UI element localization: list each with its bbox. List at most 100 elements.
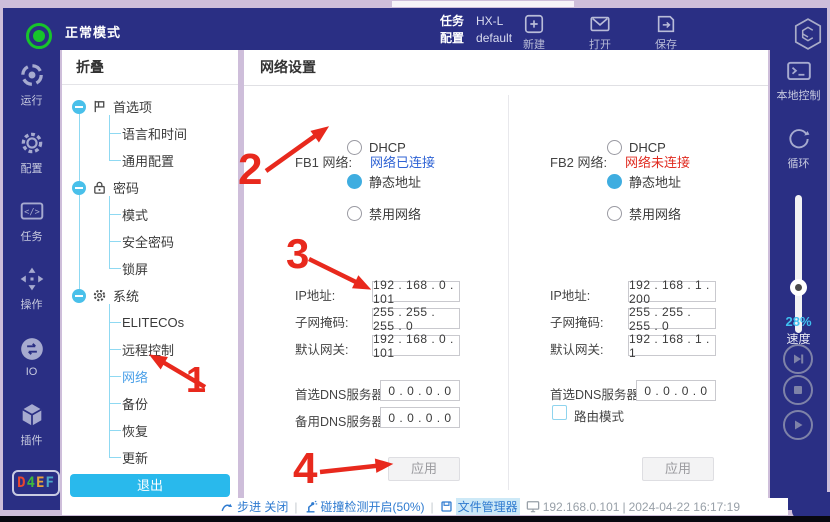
tree-node-label: 系统 — [113, 286, 139, 305]
file-manager-icon — [440, 500, 453, 513]
tree-node-update[interactable]: 更新 — [62, 444, 238, 471]
stop-button[interactable] — [783, 375, 813, 405]
tree-node-elitecos[interactable]: ELITECOs — [62, 309, 238, 336]
sidebar-item-label: 配置 — [21, 160, 43, 176]
radio-selected-icon[interactable] — [347, 174, 362, 189]
sidebar-item-config[interactable]: 配置 — [3, 120, 60, 186]
code-task-icon: </> — [19, 198, 45, 224]
fb2-dns1-input[interactable]: 0 . 0 . 0 . 0 — [636, 380, 716, 401]
safety-checksum-badge: D4EF — [12, 470, 60, 496]
collision-detect-toggle[interactable]: 碰撞检测开启(50%) — [304, 498, 425, 515]
fb2-ip-input[interactable]: 192 . 168 . 1 . 200 — [628, 281, 716, 302]
sidebar-item-plugin[interactable]: 插件 — [3, 392, 60, 458]
file-manager-button[interactable]: 文件管理器 — [440, 498, 520, 515]
collapse-minus-icon[interactable] — [72, 100, 86, 114]
fb1-dns2-input[interactable]: 0 . 0 . 0 . 0 — [380, 407, 460, 428]
lock-icon — [92, 180, 107, 195]
tree-node-preferences[interactable]: 首选项 — [62, 93, 238, 120]
sidebar-item-io[interactable]: IO — [3, 324, 60, 390]
loop-button[interactable]: 循环 — [770, 126, 827, 171]
tree-node-general-config[interactable]: 通用配置 — [62, 147, 238, 174]
tree-node-password[interactable]: 密码 — [62, 174, 238, 201]
tree-node-backup[interactable]: 备份 — [62, 390, 238, 417]
tree-node-label: 恢复 — [122, 421, 148, 440]
run-icon — [19, 62, 45, 88]
fb2-apply-button[interactable]: 应用 — [642, 457, 714, 481]
task-label: 任务 — [440, 14, 464, 29]
radio-icon[interactable] — [607, 206, 622, 221]
fb2-radio-static[interactable]: 静态地址 — [607, 172, 681, 191]
fb1-radio-disable[interactable]: 禁用网络 — [347, 204, 421, 223]
badge-char: E — [36, 475, 45, 491]
open-task-button[interactable]: 打开 — [569, 13, 631, 47]
fb2-mask-input[interactable]: 255 . 255 . 255 . 0 — [628, 308, 716, 329]
fb1-mask-input[interactable]: 255 . 255 . 255 . 0 — [372, 308, 460, 329]
robot-ip-status: 192.168.0.101 | 2024-04-22 16:17:19 — [526, 500, 740, 514]
tree-node-network[interactable]: 网络 — [62, 363, 238, 390]
tree-node-restore[interactable]: 恢复 — [62, 417, 238, 444]
collapse-minus-icon[interactable] — [72, 289, 86, 303]
collapse-minus-icon[interactable] — [72, 181, 86, 195]
tree-node-system[interactable]: 系统 — [62, 282, 238, 309]
sidebar-item-task[interactable]: </> 任务 — [3, 188, 60, 254]
play-button[interactable] — [783, 410, 813, 440]
exit-button[interactable]: 退出 — [70, 474, 230, 497]
sidebar-item-run[interactable]: 运行 — [3, 52, 60, 118]
tree-body: 首选项 语言和时间 通用配置 密码 模式 安全密码 锁屏 系统 ELITECOs… — [62, 85, 238, 471]
sidebar-item-label: 插件 — [21, 432, 43, 448]
sidebar-item-label: 运行 — [21, 92, 43, 108]
badge-char: D — [17, 475, 26, 491]
fb2-gateway-label: 默认网关: — [550, 339, 603, 358]
step-mode-toggle[interactable]: 步进 关闭 — [220, 498, 288, 515]
fb1-gateway-input[interactable]: 192 . 168 . 0 . 101 — [372, 335, 460, 356]
fb1-apply-button[interactable]: 应用 — [388, 457, 460, 481]
network-settings-panel: 网络设置 FB1 网络: 网络已连接 DHCP 静态地址 禁用网络 IP地址: … — [244, 50, 768, 500]
tree-node-remote-control[interactable]: 远程控制 — [62, 336, 238, 363]
radio-selected-icon[interactable] — [607, 174, 622, 189]
fb2-radio-dhcp[interactable]: DHCP — [607, 140, 666, 155]
tree-collapse-header[interactable]: 折叠 — [62, 50, 238, 85]
fb1-dns1-input[interactable]: 0 . 0 . 0 . 0 — [380, 380, 460, 401]
fb2-gateway-input[interactable]: 192 . 168 . 1 . 1 — [628, 335, 716, 356]
fb1-radio-dhcp[interactable]: DHCP — [347, 140, 406, 155]
local-control-label: 本地控制 — [777, 87, 821, 103]
system-gear-icon — [92, 288, 107, 303]
sidebar-item-label: 操作 — [21, 296, 43, 312]
radio-icon[interactable] — [347, 206, 362, 221]
left-nav-rail: 运行 配置 </> 任务 操作 IO 插件 D4EF — [3, 50, 60, 510]
radio-icon[interactable] — [347, 140, 362, 155]
tree-node-mode[interactable]: 模式 — [62, 201, 238, 228]
sidebar-item-operate[interactable]: 操作 — [3, 256, 60, 322]
datetime-value: 2024-04-22 16:17:19 — [629, 500, 740, 514]
open-file-icon — [589, 13, 611, 35]
task-config-info: 任务 HX-L 配置 default — [440, 14, 512, 48]
fb1-dns2-label: 备用DNS服务器: — [295, 411, 387, 430]
fb1-dns1-label: 首选DNS服务器: — [295, 384, 387, 403]
speed-slider-track[interactable] — [795, 195, 802, 333]
fb1-gateway-label: 默认网关: — [295, 339, 348, 358]
config-label: 配置 — [440, 31, 464, 46]
step-forward-button[interactable] — [783, 344, 813, 374]
tree-node-safety-password[interactable]: 安全密码 — [62, 228, 238, 255]
fb1-ip-input[interactable]: 192 . 168 . 0 . 101 — [372, 281, 460, 302]
fb2-radio-disable[interactable]: 禁用网络 — [607, 204, 681, 223]
fb1-radio-static[interactable]: 静态地址 — [347, 172, 421, 191]
annotation-number-1: 1 — [186, 362, 206, 398]
step-mode-label: 步进 关闭 — [237, 498, 288, 515]
tree-node-label: 安全密码 — [122, 232, 174, 251]
tree-node-language-time[interactable]: 语言和时间 — [62, 120, 238, 147]
settings-tree-panel: 折叠 首选项 语言和时间 通用配置 密码 模式 安全密码 锁屏 — [62, 50, 238, 500]
radio-icon[interactable] — [607, 140, 622, 155]
tree-node-lock-screen[interactable]: 锁屏 — [62, 255, 238, 282]
new-task-button[interactable]: 新建 — [503, 13, 565, 47]
annotation-number-4: 4 — [293, 447, 317, 491]
route-mode-checkbox[interactable] — [552, 405, 567, 420]
fb2-mask-label: 子网掩码: — [550, 312, 603, 331]
save-task-button[interactable]: 保存 — [635, 13, 697, 47]
fb2-dns1-label: 首选DNS服务器: — [550, 384, 642, 403]
loop-icon — [786, 126, 812, 152]
tree-node-label: 语言和时间 — [122, 124, 187, 143]
topbar: 正常模式 任务 HX-L 配置 default 新建 打开 保存 — [3, 8, 827, 50]
speed-slider-thumb[interactable] — [790, 279, 807, 296]
local-control-button[interactable]: 本地控制 — [770, 60, 827, 103]
